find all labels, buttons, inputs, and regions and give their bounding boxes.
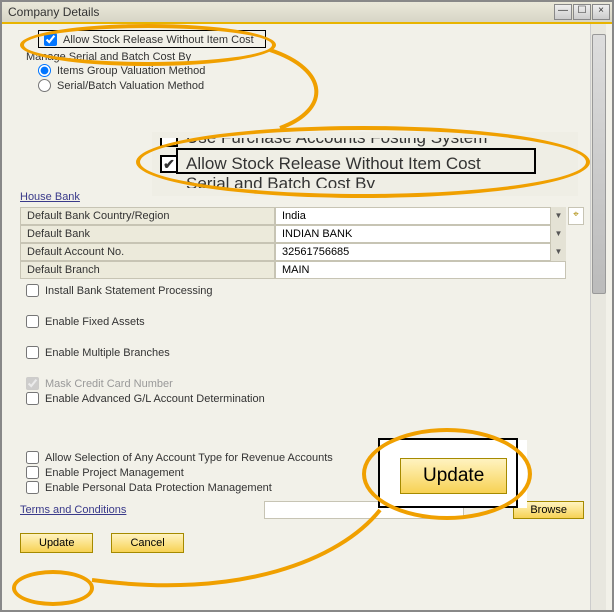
default-bank-field[interactable]: ▼ bbox=[275, 225, 566, 243]
window-title: Company Details bbox=[8, 5, 99, 19]
install-bank-statement-checkbox[interactable] bbox=[26, 284, 39, 297]
serial-batch-valuation-label: Serial/Batch Valuation Method bbox=[57, 80, 204, 92]
enable-pdp-management-checkbox[interactable] bbox=[26, 481, 39, 494]
update-button[interactable]: Update bbox=[20, 533, 93, 553]
enable-project-management-label: Enable Project Management bbox=[45, 467, 184, 479]
enable-advanced-gl-label: Enable Advanced G/L Account Determinatio… bbox=[45, 393, 265, 405]
chevron-down-icon: ▼ bbox=[550, 225, 566, 243]
maximize-button[interactable]: ☐ bbox=[573, 4, 591, 20]
allow-stock-release-label: Allow Stock Release Without Item Cost bbox=[63, 34, 254, 46]
enable-multiple-branches-label: Enable Multiple Branches bbox=[45, 347, 170, 359]
allow-revenue-account-checkbox[interactable] bbox=[26, 451, 39, 464]
mask-credit-card-label: Mask Credit Card Number bbox=[45, 378, 173, 390]
default-account-field[interactable]: ▼ bbox=[275, 243, 566, 261]
items-group-valuation-label: Items Group Valuation Method bbox=[57, 65, 205, 77]
chevron-down-icon: ▼ bbox=[550, 243, 566, 261]
cancel-button[interactable]: Cancel bbox=[111, 533, 183, 553]
manage-serial-batch-label: Manage Serial and Batch Cost By bbox=[26, 51, 584, 63]
default-branch-field[interactable] bbox=[275, 261, 566, 279]
default-bank-country-field[interactable]: ▼ bbox=[275, 207, 566, 225]
enable-advanced-gl-checkbox[interactable] bbox=[26, 392, 39, 405]
default-branch-label: Default Branch bbox=[20, 261, 275, 279]
default-account-label: Default Account No. bbox=[20, 243, 275, 261]
close-button[interactable]: × bbox=[592, 4, 610, 20]
magnified-update-button: Update bbox=[400, 458, 507, 494]
allow-revenue-account-label: Allow Selection of Any Account Type for … bbox=[45, 452, 333, 464]
install-bank-statement-label: Install Bank Statement Processing bbox=[45, 285, 213, 297]
magnified-update: Update bbox=[380, 440, 527, 508]
serial-batch-valuation-radio[interactable] bbox=[38, 79, 51, 92]
items-group-valuation-radio[interactable] bbox=[38, 64, 51, 77]
country-picker-button[interactable]: ⌖ bbox=[568, 207, 584, 225]
enable-multiple-branches-checkbox[interactable] bbox=[26, 346, 39, 359]
enable-fixed-assets-checkbox[interactable] bbox=[26, 315, 39, 328]
magnified-stock-release: Use Furchase Accounts Fosting System ✔ A… bbox=[152, 132, 578, 196]
default-bank-country-label: Default Bank Country/Region bbox=[20, 207, 275, 225]
default-bank-label: Default Bank bbox=[20, 225, 275, 243]
enable-pdp-management-label: Enable Personal Data Protection Manageme… bbox=[45, 482, 272, 494]
minimize-button[interactable]: — bbox=[554, 4, 572, 20]
vertical-scrollbar[interactable] bbox=[590, 24, 606, 610]
enable-fixed-assets-label: Enable Fixed Assets bbox=[45, 316, 145, 328]
chevron-down-icon: ▼ bbox=[550, 207, 566, 225]
allow-stock-release-checkbox[interactable] bbox=[44, 33, 57, 46]
terms-conditions-label: Terms and Conditions bbox=[20, 504, 126, 516]
enable-project-management-checkbox[interactable] bbox=[26, 466, 39, 479]
mask-credit-card-checkbox bbox=[26, 377, 39, 390]
